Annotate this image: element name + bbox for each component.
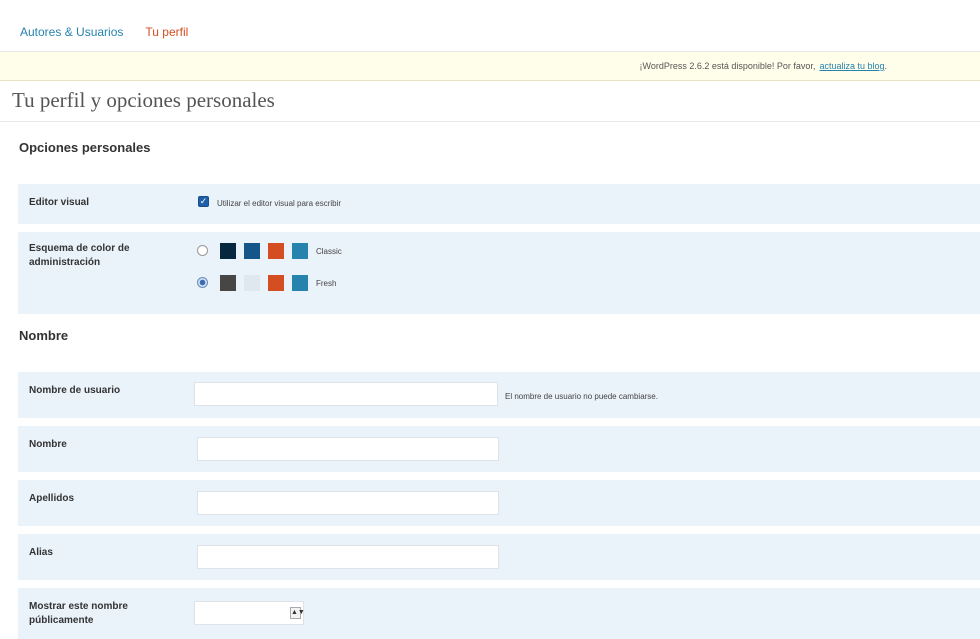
color-scheme-fresh-label: Fresh: [316, 279, 337, 288]
display-name-select[interactable]: ▲▼: [194, 601, 305, 625]
fresh-swatch-2: [244, 275, 260, 291]
classic-swatch-3: [268, 243, 284, 259]
last-name-input[interactable]: [197, 491, 499, 515]
submenu-item-authors-users[interactable]: Autores & Usuarios: [20, 25, 123, 39]
name-heading: Nombre: [19, 328, 69, 343]
fresh-swatch-1: [220, 275, 236, 291]
personal-options-heading: Opciones personales: [19, 140, 151, 155]
classic-swatch-2: [244, 243, 260, 259]
classic-swatch-1: [220, 243, 236, 259]
nickname-label: Alias: [29, 547, 53, 558]
visual-editor-label: Editor visual: [29, 197, 90, 208]
color-scheme-classic-radio[interactable]: [197, 245, 208, 256]
update-notice-end: .: [884, 61, 887, 71]
nickname-row: Alias: [18, 534, 980, 580]
username-label: Nombre de usuario: [29, 385, 121, 396]
visual-editor-checkbox[interactable]: ✓: [198, 196, 209, 207]
username-row: Nombre de usuario El nombre de usuario n…: [18, 372, 980, 418]
display-name-label-line1: Mostrar este nombre: [29, 601, 128, 612]
nickname-input[interactable]: [197, 545, 499, 569]
update-notice-text: ¡WordPress 2.6.2 está disponible! Por fa…: [639, 61, 816, 71]
display-name-row: Mostrar este nombre públicamente ▲▼: [18, 588, 980, 639]
display-name-label-line2: públicamente: [29, 615, 94, 626]
first-name-label: Nombre: [29, 439, 67, 450]
classic-swatch-4: [292, 243, 308, 259]
page-title: Tu perfil y opciones personales: [12, 88, 275, 112]
username-note: El nombre de usuario no puede cambiarse.: [505, 392, 658, 401]
last-name-label: Apellidos: [29, 493, 75, 504]
submenu-item-your-profile[interactable]: Tu perfil: [145, 25, 188, 39]
username-input[interactable]: [194, 382, 498, 406]
fresh-swatch-4: [292, 275, 308, 291]
color-scheme-label-line1: Esquema de color de: [29, 243, 130, 254]
submenu: Autores & Usuarios Tu perfil: [0, 12, 980, 52]
color-scheme-label-line2: administración: [29, 257, 101, 268]
title-divider: [0, 121, 980, 122]
display-name-label: Mostrar este nombre públicamente: [29, 600, 128, 628]
update-notice: ¡WordPress 2.6.2 está disponible! Por fa…: [0, 52, 980, 81]
update-blog-link[interactable]: actualiza tu blog: [819, 61, 884, 71]
visual-editor-checkbox-label: Utilizar el editor visual para escribir: [217, 199, 342, 208]
first-name-row: Nombre: [18, 426, 980, 472]
visual-editor-row: Editor visual ✓ Utilizar el editor visua…: [18, 184, 980, 224]
select-arrow-icon: ▲▼: [290, 607, 305, 619]
last-name-row: Apellidos: [18, 480, 980, 526]
color-scheme-row: Esquema de color de administración Class…: [18, 232, 980, 314]
color-scheme-classic-label: Classic: [316, 247, 342, 256]
first-name-input[interactable]: [197, 437, 499, 461]
fresh-swatch-3: [268, 275, 284, 291]
color-scheme-label: Esquema de color de administración: [29, 242, 130, 270]
color-scheme-fresh-radio[interactable]: [197, 277, 208, 288]
